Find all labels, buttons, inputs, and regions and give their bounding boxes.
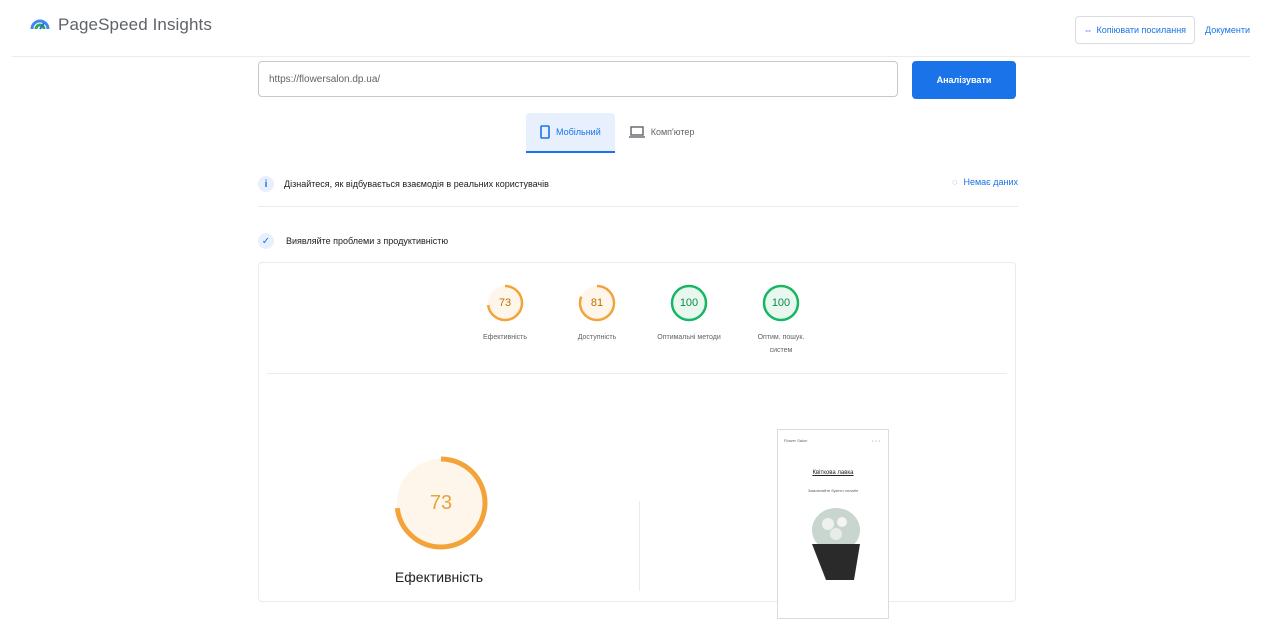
tab-mobile[interactable]: Мобільний xyxy=(526,113,615,153)
laptop-icon xyxy=(628,126,645,138)
docs-link[interactable]: Документи xyxy=(1201,19,1254,41)
gauge-circle: 81 xyxy=(577,283,617,323)
field-data-row[interactable]: i Дізнайтеся, як відбувається взаємодія … xyxy=(258,170,1018,198)
field-data-text: Дізнайтеся, як відбувається взаємодія в … xyxy=(284,179,549,189)
brand[interactable]: PageSpeed Insights xyxy=(30,15,212,35)
gauge-circle: 73 xyxy=(485,283,525,323)
copy-link-button[interactable]: ⇔ Копіювати посилання xyxy=(1074,16,1196,44)
gauge-label: Доступність xyxy=(577,334,617,341)
tab-desktop-label: Комп'ютер xyxy=(650,127,695,137)
gauge-value: 81 xyxy=(590,297,604,309)
circle-icon: ◌ xyxy=(952,177,958,187)
header-divider xyxy=(12,56,1250,57)
preview-header: Flower Salon xyxy=(784,438,808,443)
score-best-practices[interactable]: 100 Оптимальні методи xyxy=(643,283,735,357)
gauge-value: 73 xyxy=(498,297,512,309)
url-row: Аналізувати xyxy=(258,61,1018,99)
tab-desktop[interactable]: Комп'ютер xyxy=(615,113,709,151)
tab-mobile-label: Мобільний xyxy=(556,127,601,137)
device-tabs: Мобільний Комп'ютер xyxy=(526,113,708,153)
diagnose-text: Виявляйте проблеми з продуктивністю xyxy=(286,236,449,246)
bouquet-image xyxy=(812,508,860,580)
users-icon: i xyxy=(258,176,274,192)
performance-score: 73 xyxy=(429,492,453,514)
report-card: 73 Ефективність 81 Доступність 100 Оптим… xyxy=(258,262,1016,619)
score-accessibility[interactable]: 81 Доступність xyxy=(551,283,643,357)
analyze-button[interactable]: Аналізувати xyxy=(912,61,1016,99)
gauge-circle: 100 xyxy=(669,283,709,323)
brand-name: PageSpeed Insights xyxy=(58,15,212,34)
performance-label: Ефективність xyxy=(394,569,484,585)
smartphone-icon xyxy=(540,125,550,139)
score-gauges: 73 Ефективність 81 Доступність 100 Оптим… xyxy=(459,283,827,357)
gauge-label: Ефективність xyxy=(482,334,528,341)
score-performance[interactable]: 73 Ефективність xyxy=(459,283,551,357)
check-icon: ✓ xyxy=(258,233,274,249)
preview-subtitle: Замовляйте букети онлайн xyxy=(807,488,859,493)
link-icon: ⇔ xyxy=(1083,25,1093,35)
gauge-circle: 100 xyxy=(761,283,801,323)
top-actions: ⇔ Копіювати посилання Документи xyxy=(1074,16,1254,44)
section-divider xyxy=(258,206,1018,207)
url-input[interactable] xyxy=(258,61,898,97)
no-data-label: Немає даних xyxy=(963,177,1018,187)
copy-link-label: Копіювати посилання xyxy=(1096,25,1187,35)
screenshot-preview: Flower Salon ••• Квіткова лавка Замовляй… xyxy=(777,429,889,619)
no-data-indicator: ◌ Немає даних xyxy=(952,177,1018,187)
gauge-label: Оптим. пошук. систем xyxy=(757,334,805,354)
top-bar: PageSpeed Insights ⇔ Копіювати посилання… xyxy=(0,0,1262,56)
preview-icons: ••• xyxy=(871,438,882,443)
score-seo[interactable]: 100 Оптим. пошук. систем xyxy=(735,283,827,357)
performance-gauge: 73 xyxy=(391,453,491,553)
diagnose-row[interactable]: ✓ Виявляйте проблеми з продуктивністю xyxy=(258,230,1018,252)
pagespeed-logo-icon xyxy=(30,19,50,30)
gauge-value: 100 xyxy=(679,297,699,309)
preview-title: Квіткова лавка xyxy=(812,470,854,476)
card-divider xyxy=(267,373,1007,374)
gauge-label: Оптимальні методи xyxy=(657,334,721,341)
vertical-divider xyxy=(639,501,640,591)
gauge-value: 100 xyxy=(771,297,791,309)
